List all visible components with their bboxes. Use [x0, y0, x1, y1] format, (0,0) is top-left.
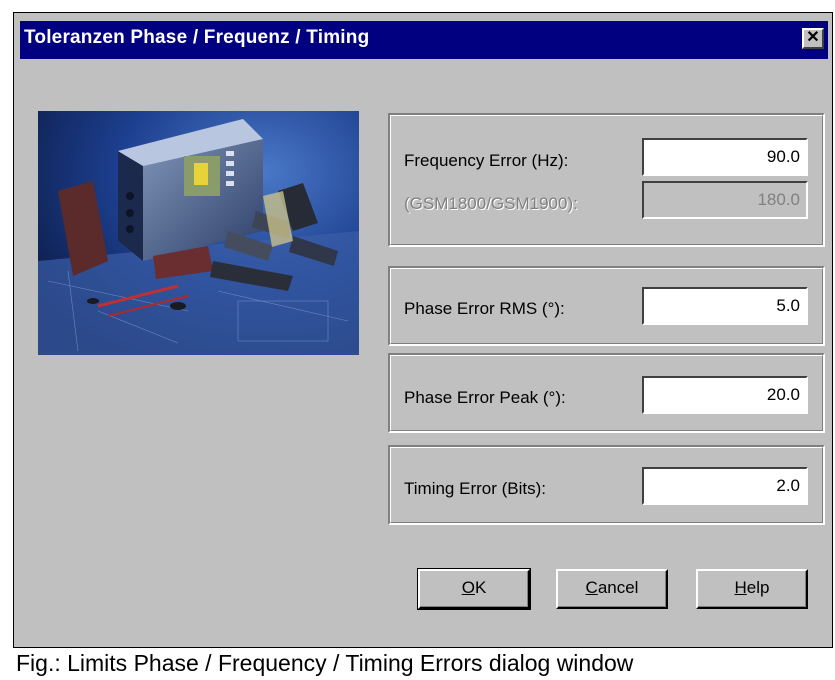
- ok-button[interactable]: OK: [417, 568, 531, 610]
- close-button[interactable]: ✕: [802, 28, 824, 49]
- phase-error-peak-label: Phase Error Peak (°):: [404, 388, 566, 407]
- timing-error-label: Timing Error (Bits):: [404, 479, 546, 498]
- ok-button-label: K: [474, 578, 487, 597]
- phase-error-rms-label: Phase Error RMS (°):: [404, 299, 565, 318]
- timing-error-field[interactable]: [642, 467, 808, 505]
- figure-caption: Fig.: Limits Phase / Frequency / Timing …: [16, 650, 634, 676]
- cancel-button-label: ancel: [597, 578, 639, 597]
- dialog-window: Toleranzen Phase / Frequenz / Timing ✕ F…: [13, 12, 833, 648]
- cancel-button[interactable]: Cancel: [556, 569, 668, 609]
- phase-error-rms-field[interactable]: [642, 287, 808, 325]
- help-button-mnemonic: H: [734, 578, 747, 597]
- dialog-title: Toleranzen Phase / Frequenz / Timing: [24, 27, 370, 48]
- phase-error-peak-group: Phase Error Peak (°):: [388, 353, 825, 433]
- phase-error-rms-group: Phase Error RMS (°):: [388, 266, 825, 346]
- phase-error-peak-field[interactable]: [642, 376, 808, 414]
- title-bar[interactable]: Toleranzen Phase / Frequenz / Timing ✕: [20, 21, 828, 59]
- frequency-error-field[interactable]: [642, 138, 808, 176]
- timing-error-group: Timing Error (Bits):: [388, 445, 825, 525]
- close-icon: ✕: [806, 29, 820, 46]
- frequency-error-label: Frequency Error (Hz):: [404, 151, 569, 170]
- product-photo: [38, 111, 359, 355]
- frequency-error-gsm1800-label: (GSM1800/GSM1900):: [404, 194, 578, 213]
- frequency-error-gsm1800-field: [642, 181, 808, 219]
- frequency-error-group: Frequency Error (Hz): (GSM1800/GSM1900):: [388, 113, 825, 247]
- help-button-label: elp: [746, 578, 770, 597]
- cancel-button-mnemonic: C: [585, 578, 598, 597]
- ok-button-mnemonic: O: [461, 578, 475, 597]
- help-button[interactable]: Help: [696, 569, 808, 609]
